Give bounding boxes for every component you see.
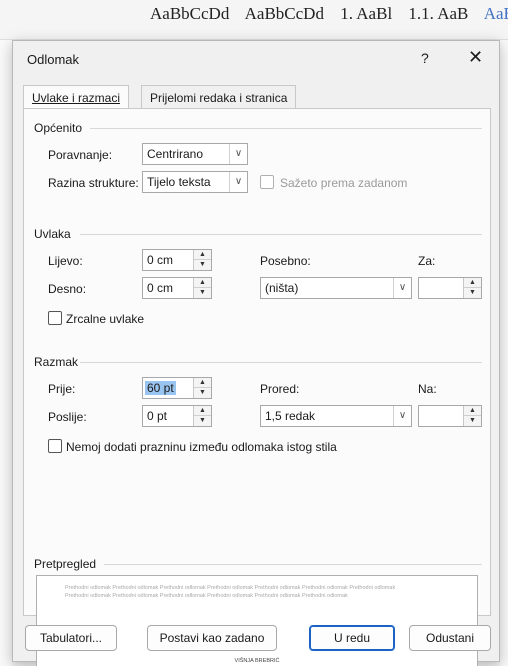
special-indent-label: Posebno: [260,254,311,268]
spin-up-icon[interactable]: ▲ [464,278,481,288]
help-button[interactable]: ? [421,50,429,66]
document-background [0,40,12,666]
close-button[interactable]: ✕ [468,47,483,68]
outline-level-label: Razina strukture: [48,176,139,190]
spin-up-icon[interactable]: ▲ [194,278,211,288]
paragraph-dialog: Odlomak ? ✕ Uvlake i razmaci Prijelomi r… [12,40,500,666]
spacing-group-title: Razmak [34,355,79,369]
word-ribbon-background: AaBbCcDd AaBbCcDd 1. AaBl 1.1. AaB AaBb [0,0,508,40]
cancel-button[interactable]: Odustani [409,625,491,651]
paragraph-preview: Prethodni odlomak Prethodni odlomak Pret… [36,575,478,666]
space-after-label: Poslije: [48,410,87,424]
preview-separator [104,564,482,565]
indent-right-spinner[interactable]: 0 cm ▲ ▼ [142,277,212,299]
line-spacing-at-label: Na: [418,382,437,396]
general-separator [90,128,482,129]
style-gallery: AaBbCcDd AaBbCcDd 1. AaBl 1.1. AaB AaBb [150,4,508,24]
space-before-label: Prije: [48,382,76,396]
line-spacing-at-spinner[interactable]: ▲ ▼ [418,405,482,427]
indent-by-spinner[interactable]: ▲ ▼ [418,277,482,299]
space-after-spinner[interactable]: 0 pt ▲ ▼ [142,405,212,427]
spin-up-icon[interactable]: ▲ [464,406,481,416]
mirror-indents-checkbox[interactable] [48,311,62,325]
spin-up-icon[interactable]: ▲ [194,378,211,388]
spin-up-icon[interactable]: ▲ [194,250,211,260]
alignment-label: Poravnanje: [48,148,113,162]
chevron-down-icon: ∨ [393,278,411,298]
dialog-titlebar[interactable]: Odlomak ? ✕ [13,41,499,77]
general-group-title: Općenito [34,121,83,135]
document-background-right [500,40,508,666]
chevron-down-icon: ∨ [229,144,247,164]
style-preview-heading2[interactable]: 1.1. AaB [408,4,468,23]
chevron-down-icon: ∨ [229,172,247,192]
line-spacing-label: Prored: [260,382,300,396]
preview-previous-paragraph: Prethodni odlomak Prethodni odlomak Pret… [65,585,396,599]
indent-group-title: Uvlaka [34,227,71,241]
collapsed-default-checkbox[interactable] [260,175,274,189]
chevron-down-icon: ∨ [393,406,411,426]
indent-separator [80,234,482,235]
spin-down-icon[interactable]: ▼ [464,416,481,426]
dont-add-space-checkbox[interactable] [48,439,62,453]
spin-down-icon[interactable]: ▼ [194,288,211,298]
preview-group-title: Pretpregled [34,557,97,571]
dont-add-space-label: Nemoj dodati prazninu između odlomaka is… [66,440,337,454]
line-spacing-select[interactable]: 1,5 redak ∨ [260,405,412,427]
tab-line-page-breaks[interactable]: Prijelomi redaka i stranica [141,85,297,109]
special-indent-select[interactable]: (ništa) ∨ [260,277,412,299]
style-preview-heading1[interactable]: 1. AaBl [340,4,392,23]
indent-left-label: Lijevo: [48,254,83,268]
spin-down-icon[interactable]: ▼ [194,388,211,398]
indent-by-label: Za: [418,254,436,268]
spin-down-icon[interactable]: ▼ [194,260,211,270]
space-before-spinner[interactable]: 60 pt ▲ ▼ [142,377,212,399]
spin-down-icon[interactable]: ▼ [194,416,211,426]
spin-down-icon[interactable]: ▼ [464,288,481,298]
set-default-button[interactable]: Postavi kao zadano [147,625,277,651]
style-preview-title[interactable]: AaBb [484,4,508,23]
collapsed-default-label: Sažeto prema zadanom [280,176,408,190]
style-preview-nospacing[interactable]: AaBbCcDd [245,4,324,23]
mirror-indents-label: Zrcalne uvlake [66,312,145,326]
tab-indents-spacing[interactable]: Uvlake i razmaci [23,85,130,110]
spacing-separator [80,362,482,363]
preview-current-paragraph: VIŠNJA BREBRIĆ [234,658,280,664]
ok-button[interactable]: U redu [309,625,395,651]
alignment-select[interactable]: Centrirano ∨ [142,143,248,165]
indent-left-spinner[interactable]: 0 cm ▲ ▼ [142,249,212,271]
outline-level-select[interactable]: Tijelo teksta ∨ [142,171,248,193]
indent-right-label: Desno: [48,282,87,296]
dialog-title: Odlomak [27,52,80,67]
style-preview-normal[interactable]: AaBbCcDd [150,4,229,23]
tabs-button[interactable]: Tabulatori... [25,625,117,651]
tab-panel: Općenito Poravnanje: Centrirano ∨ Razina… [23,108,491,666]
spin-up-icon[interactable]: ▲ [194,406,211,416]
